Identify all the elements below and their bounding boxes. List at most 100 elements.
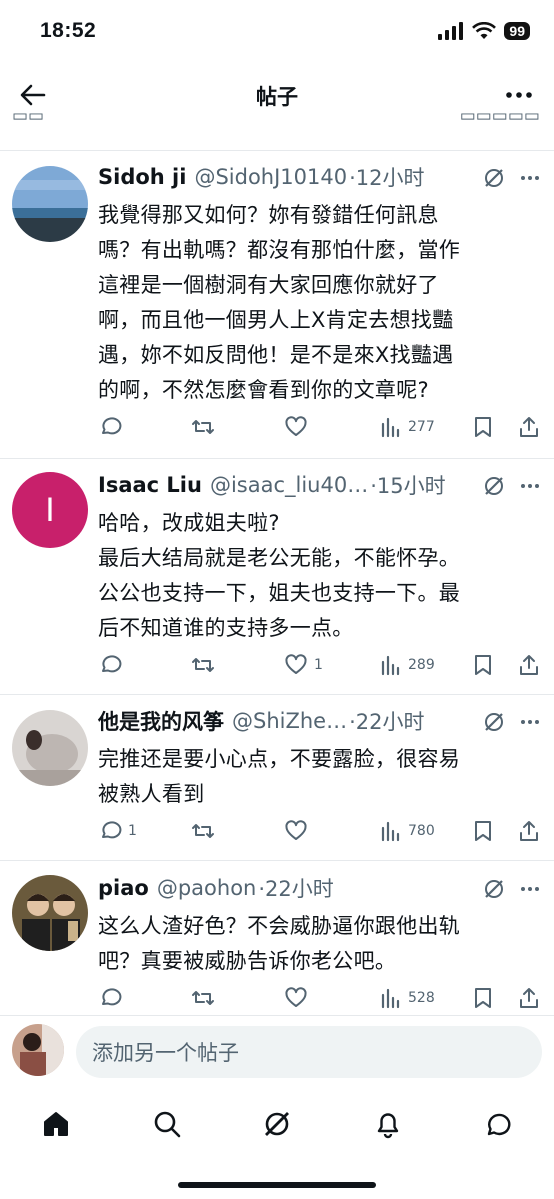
- tab-search[interactable]: [147, 1104, 187, 1144]
- tab-home[interactable]: [36, 1104, 76, 1144]
- reply-input[interactable]: 添加另一个帖子: [76, 1026, 542, 1078]
- divider: [0, 458, 554, 459]
- author-name[interactable]: 他是我的风筝: [98, 706, 224, 736]
- bookmark-icon: [475, 655, 491, 675]
- tab-messages[interactable]: [478, 1104, 518, 1144]
- post-item[interactable]: piao @paohon ·22小时 这么人渣好色？不会威胁逼你跟他出轨 吧？真要…: [0, 873, 554, 1015]
- post-time: ·15小时: [370, 474, 446, 498]
- post-text: 哈哈，改成姐夫啦? 最后大结局就是老公无能，不能怀孕。 公公也支持一下，姐夫也支持一…: [98, 511, 461, 640]
- share-icon: [520, 821, 538, 841]
- like-icon: [285, 416, 307, 436]
- repost-icon: [192, 991, 214, 1005]
- my-avatar[interactable]: [12, 1024, 64, 1076]
- like-button[interactable]: [284, 412, 314, 442]
- like-button[interactable]: [284, 983, 314, 1013]
- avatar[interactable]: [12, 710, 88, 786]
- status-time: 18:52: [40, 19, 97, 42]
- notifications-icon: [377, 1113, 399, 1139]
- author-handle[interactable]: @SidohJ10140: [194, 165, 347, 189]
- share-icon: [520, 988, 538, 1008]
- bookmark-button[interactable]: [472, 412, 494, 442]
- reply-icon: [102, 821, 122, 839]
- author-handle[interactable]: @isaac_liu40…: [210, 473, 368, 497]
- more-icon[interactable]: [520, 175, 540, 181]
- views-button[interactable]: 277: [380, 412, 435, 442]
- more-icon[interactable]: [520, 719, 540, 725]
- repost-icon: [192, 420, 214, 434]
- reply-button[interactable]: [98, 983, 128, 1013]
- tab-grok[interactable]: [257, 1104, 297, 1144]
- more-icon[interactable]: [520, 483, 540, 489]
- avatar-image: [12, 166, 88, 242]
- author-handle[interactable]: @paohon: [157, 876, 257, 900]
- repost-button[interactable]: [190, 816, 222, 846]
- share-button[interactable]: [518, 983, 540, 1013]
- post-item[interactable]: I Isaac Liu @isaac_liu40… ·15小时 哈哈，改成姐夫啦…: [0, 470, 554, 694]
- views-button[interactable]: 528: [380, 983, 435, 1013]
- reply-icon: [102, 988, 122, 1006]
- more-options-button[interactable]: [502, 78, 536, 112]
- avatar[interactable]: I: [12, 472, 88, 548]
- share-button[interactable]: [518, 650, 540, 680]
- tab-notifications[interactable]: [368, 1104, 408, 1144]
- reply-button[interactable]: [98, 412, 128, 442]
- avatar[interactable]: [12, 166, 88, 242]
- reply-composer: 添加另一个帖子: [0, 1016, 554, 1090]
- author-name[interactable]: Sidoh ji: [98, 165, 186, 189]
- messages-icon: [487, 1113, 511, 1136]
- views-icon: [381, 655, 400, 676]
- views-button[interactable]: 780: [380, 816, 435, 846]
- author-name[interactable]: Isaac Liu: [98, 473, 202, 497]
- reply-icon: [102, 655, 122, 673]
- avatar-image: [12, 875, 88, 951]
- bookmark-button[interactable]: [472, 983, 494, 1013]
- repost-button[interactable]: [190, 412, 222, 442]
- share-button[interactable]: [518, 412, 540, 442]
- views-icon: [381, 988, 400, 1009]
- wifi-icon: [472, 22, 497, 39]
- reply-button[interactable]: [98, 650, 128, 680]
- page-title: 帖子: [256, 85, 298, 109]
- bookmark-button[interactable]: [472, 816, 494, 846]
- author-name[interactable]: piao: [98, 876, 149, 900]
- repost-icon: [192, 658, 214, 672]
- bookmark-icon: [475, 821, 491, 841]
- post-time: ·12小时: [349, 166, 425, 190]
- post-header: 他是我的风筝 @ShiZhe… ·22小时: [98, 706, 540, 736]
- post-header: Sidoh ji @SidohJ10140 ·12小时: [98, 162, 540, 192]
- divider: [0, 150, 554, 151]
- battery-indicator: 99: [504, 22, 530, 40]
- grok-icon[interactable]: [482, 474, 506, 498]
- views-button[interactable]: 289: [380, 650, 435, 680]
- share-button[interactable]: [518, 816, 540, 846]
- post-actions: 528: [98, 983, 544, 1013]
- post-item[interactable]: 他是我的风筝 @ShiZhe… ·22小时 完推还是要小心点，不要露脸，很容易被…: [0, 706, 554, 860]
- like-button[interactable]: 1: [284, 650, 323, 680]
- post-item[interactable]: Sidoh ji @SidohJ10140 ·12小时 我覺得那又如何？妳有發錯…: [0, 162, 554, 458]
- repost-button[interactable]: [190, 983, 222, 1013]
- home-icon: [44, 1112, 68, 1136]
- repost-button[interactable]: [190, 650, 222, 680]
- home-indicator: [178, 1182, 376, 1188]
- status-icons: 99: [438, 22, 530, 40]
- grok-icon[interactable]: [482, 710, 506, 734]
- views-icon: [381, 821, 400, 842]
- reply-button[interactable]: 1: [98, 816, 137, 846]
- more-icon[interactable]: [520, 886, 540, 892]
- signal-icon: [438, 22, 464, 40]
- bookmark-button[interactable]: [472, 650, 494, 680]
- grok-icon[interactable]: [482, 877, 506, 901]
- search-icon: [154, 1111, 181, 1138]
- grok-icon[interactable]: [482, 166, 506, 190]
- avatar-image: [12, 710, 88, 786]
- post-time: ·22小时: [349, 710, 425, 734]
- author-handle[interactable]: @ShiZhe…: [232, 709, 347, 733]
- clipped-content: ▭▭ ▭▭▭▭▭: [12, 112, 540, 126]
- divider: [0, 860, 554, 861]
- post-actions: 1 780: [98, 816, 544, 846]
- post-text: 我覺得那又如何？妳有發錯任何訊息 嗎？有出軌嗎？都沒有那怕什麼，當作 這裡是一個樹洞…: [98, 203, 461, 402]
- like-button[interactable]: [284, 816, 314, 846]
- post-text: 完推还是要小心点，不要露脸，很容易 被熟人看到: [98, 747, 461, 806]
- avatar[interactable]: [12, 875, 88, 951]
- grok-icon: [265, 1112, 289, 1136]
